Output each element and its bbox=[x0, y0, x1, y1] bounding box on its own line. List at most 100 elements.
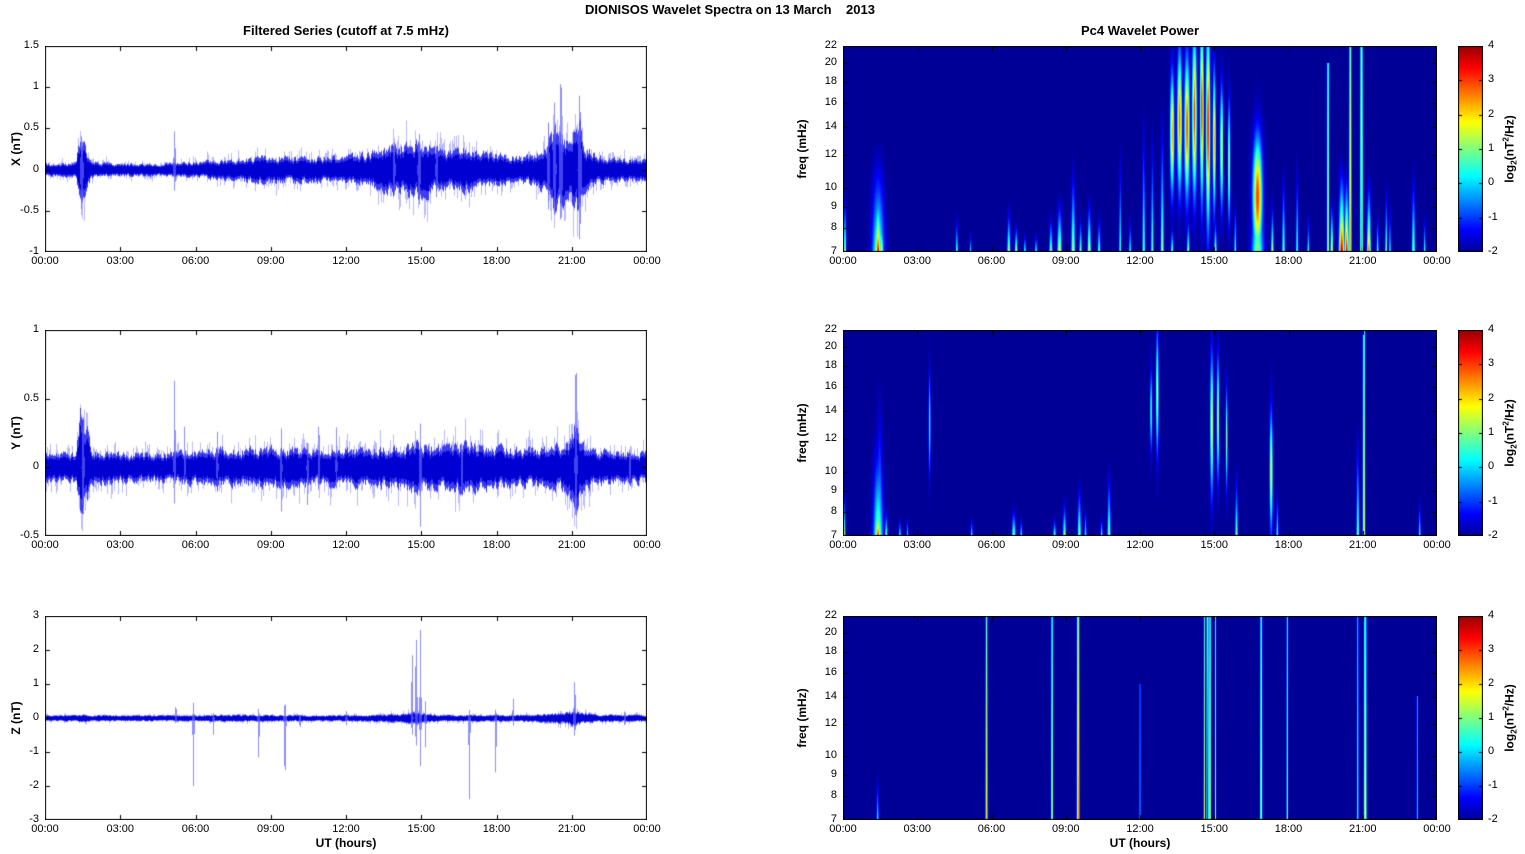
series-xtick-label: 21:00 bbox=[557, 823, 586, 835]
wavelet-xtick-label: 03:00 bbox=[903, 823, 932, 835]
freq-tick-label: 16 bbox=[824, 665, 837, 678]
wavelet-xtick-label: 12:00 bbox=[1126, 255, 1154, 267]
series-xtick-label: 06:00 bbox=[181, 255, 210, 267]
cb-label-sub: 2 bbox=[1509, 729, 1519, 734]
series-ytick-label: 0 bbox=[32, 711, 39, 723]
freq-tick-label: 18 bbox=[824, 644, 837, 657]
series-ytick-label: 0.5 bbox=[23, 391, 39, 404]
series-ytick-label: -0.5 bbox=[20, 203, 39, 216]
wavelet-xtick-label: 12:00 bbox=[1126, 539, 1154, 551]
freq-tick-label: 14 bbox=[824, 689, 837, 702]
cb-label-sup: 2 bbox=[1501, 137, 1511, 142]
series-ytick-label: 1.5 bbox=[23, 39, 39, 51]
wavelet-power-title: Pc4 Wavelet Power bbox=[1080, 23, 1199, 38]
freq-tick-label: 12 bbox=[824, 716, 837, 729]
y-series-ylabel: Y (nT) bbox=[9, 416, 23, 450]
series-xtick-label: 15:00 bbox=[407, 823, 436, 835]
wavelet-xtick-label: 15:00 bbox=[1200, 255, 1229, 267]
colorbar-tick-label: 2 bbox=[1488, 391, 1495, 404]
colorbar-tick-label: 2 bbox=[1488, 677, 1495, 689]
series-xtick-label: 21:00 bbox=[557, 255, 586, 267]
series-xtick-label: 09:00 bbox=[256, 255, 285, 267]
colorbar-tick-label: 0 bbox=[1488, 460, 1495, 473]
series-xtick-label: 15:00 bbox=[407, 255, 436, 267]
wavelet-xtick-label: 15:00 bbox=[1200, 539, 1229, 551]
series-xtick-label: 09:00 bbox=[256, 823, 285, 835]
wavelet-xtick-label: 21:00 bbox=[1348, 539, 1377, 551]
wavelet-xtick-label: 09:00 bbox=[1051, 255, 1080, 267]
wavelet-xtick-label: 03:00 bbox=[903, 255, 932, 267]
series-ytick-label: -2 bbox=[29, 779, 39, 791]
colorbar-tick-label: -1 bbox=[1488, 210, 1498, 223]
wavelet-xtick-label: 00:00 bbox=[1423, 823, 1451, 835]
colorbar-tick-label: -1 bbox=[1488, 494, 1498, 507]
series-ytick-label: 1 bbox=[32, 80, 39, 93]
y-wavelet-heatmap bbox=[843, 330, 1437, 536]
colorbar-y bbox=[1458, 330, 1483, 536]
colorbar-tick-label: -2 bbox=[1488, 813, 1498, 825]
freq-tick-label: 12 bbox=[824, 432, 837, 445]
wavelet-xtick-label: 06:00 bbox=[977, 255, 1006, 267]
series-xtick-label: 09:00 bbox=[256, 539, 285, 551]
wavelet-xtick-label: 18:00 bbox=[1274, 823, 1303, 835]
freq-tick-label: 8 bbox=[830, 789, 837, 802]
series-xtick-label: 00:00 bbox=[633, 255, 661, 267]
colorbar-tick-label: 4 bbox=[1488, 609, 1495, 621]
freq-tick-label: 9 bbox=[830, 199, 837, 212]
series-xtick-label: 03:00 bbox=[106, 539, 135, 551]
freq-tick-label: 20 bbox=[824, 625, 837, 638]
wavelet-xtick-label: 09:00 bbox=[1051, 823, 1080, 835]
colorbar-tick-label: -1 bbox=[1488, 779, 1498, 791]
colorbar-tick-label: -2 bbox=[1488, 529, 1498, 541]
series-ytick-label: -1 bbox=[29, 745, 39, 757]
cb-label-sup: 2 bbox=[1501, 706, 1511, 711]
wavelet-xtick-label: 18:00 bbox=[1274, 255, 1303, 267]
freq-tick-label: 10 bbox=[824, 464, 837, 477]
wavelet-xtick-label: 12:00 bbox=[1126, 823, 1154, 835]
colorbar-x bbox=[1458, 46, 1483, 252]
x-series-ylabel: X (nT) bbox=[9, 132, 23, 166]
series-xtick-label: 00:00 bbox=[31, 539, 59, 551]
series-ytick-label: 3 bbox=[32, 609, 39, 621]
figure: DIONISOS Wavelet Spectra on 13 March 201… bbox=[0, 0, 1525, 854]
freq-tick-label: 22 bbox=[824, 609, 837, 621]
series-xtick-label: 12:00 bbox=[332, 823, 360, 835]
series-xtick-label: 06:00 bbox=[181, 823, 210, 835]
freq-tick-label: 20 bbox=[824, 340, 837, 353]
freq-tick-label: 22 bbox=[824, 323, 837, 335]
wavelet-xtick-label: 09:00 bbox=[1051, 539, 1080, 551]
freq-tick-label: 16 bbox=[824, 96, 837, 109]
wavelet-xtick-label: 00:00 bbox=[829, 539, 857, 551]
colorbar-tick-label: 0 bbox=[1488, 745, 1495, 757]
colorbar-tick-label: 1 bbox=[1488, 711, 1495, 723]
freq-tick-label: 10 bbox=[824, 749, 837, 762]
freq-tick-label: 8 bbox=[830, 504, 837, 517]
series-ytick-label: 0 bbox=[32, 162, 39, 175]
freq-tick-label: 9 bbox=[830, 483, 837, 496]
wavelet-xtick-label: 18:00 bbox=[1274, 539, 1303, 551]
ut-hours-label-right: UT (hours) bbox=[1109, 836, 1171, 850]
z-wavelet-heatmap bbox=[843, 616, 1437, 820]
colorbar-tick-label: 4 bbox=[1488, 39, 1495, 51]
series-xtick-label: 21:00 bbox=[557, 539, 586, 551]
series-xtick-label: 00:00 bbox=[633, 823, 661, 835]
ut-hours-label-left: UT (hours) bbox=[315, 836, 377, 850]
freq-tick-label: 20 bbox=[824, 56, 837, 69]
freq-tick-label: 16 bbox=[824, 380, 837, 393]
series-ytick-label: 2 bbox=[32, 643, 39, 655]
freq-tick-label: 14 bbox=[824, 404, 837, 417]
colorbar-tick-label: -2 bbox=[1488, 245, 1498, 257]
colorbar-tick-label: 3 bbox=[1488, 643, 1495, 655]
wavelet-xtick-label: 06:00 bbox=[977, 823, 1006, 835]
colorbar-tick-label: 1 bbox=[1488, 426, 1495, 438]
freq-tick-label: 9 bbox=[830, 768, 837, 781]
wavelet-xtick-label: 00:00 bbox=[829, 255, 857, 267]
wavelet-xtick-label: 06:00 bbox=[977, 539, 1006, 551]
cb-label-sub: 2 bbox=[1509, 444, 1519, 449]
freq-tick-label: 14 bbox=[824, 120, 837, 133]
filtered-series-title: Filtered Series (cutoff at 7.5 mHz) bbox=[243, 23, 449, 38]
series-xtick-label: 15:00 bbox=[407, 539, 436, 551]
freq-tick-label: 22 bbox=[824, 39, 837, 51]
wavelet-xtick-label: 03:00 bbox=[903, 539, 932, 551]
cb-label-sub: 2 bbox=[1509, 160, 1519, 165]
